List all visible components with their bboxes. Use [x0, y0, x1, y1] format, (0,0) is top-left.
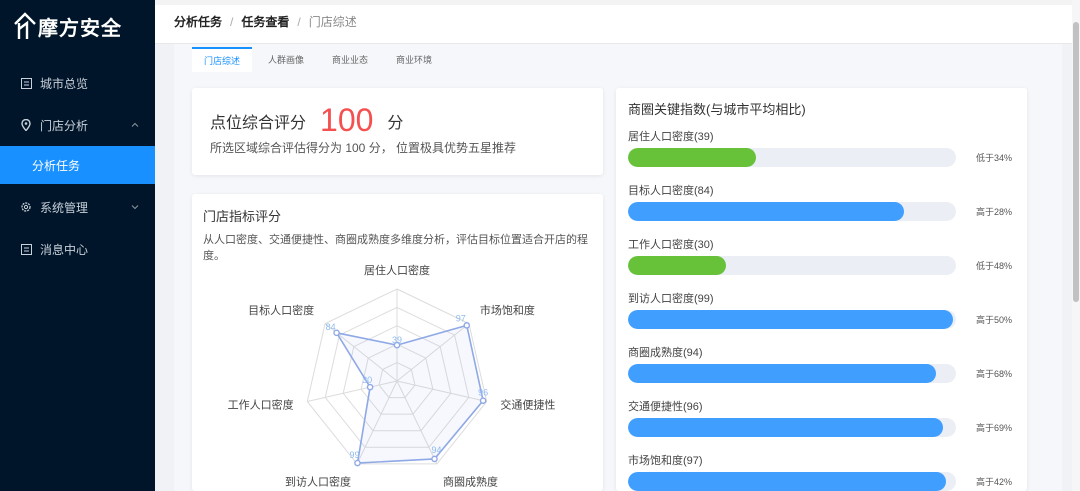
key-index-row: 居住人口密度(39) 低于34% — [628, 128, 1018, 182]
key-index-bar-fill — [628, 202, 904, 221]
key-index-label: 交通便捷性(96) — [628, 401, 703, 413]
key-index-row: 到访人口密度(99) 高于50% — [628, 290, 1018, 344]
tab-business-format[interactable]: 商业业态 — [320, 48, 380, 71]
key-index-label: 到访人口密度(99) — [628, 293, 714, 305]
sidebar-item-city-overview[interactable]: 城市总览 — [0, 62, 155, 104]
radar-value-label: 99 — [349, 450, 359, 460]
breadcrumb-current: 门店综述 — [308, 15, 357, 29]
sidebar-item-label: 分析任务 — [32, 158, 81, 173]
key-index-compare: 高于68% — [976, 369, 1013, 379]
key-index-bar-track — [628, 472, 956, 491]
tab-bar: 门店综述 人群画像 商业业态 商业环境 — [174, 44, 1062, 74]
key-index-bar-fill — [628, 418, 943, 437]
scrollbar-thumb[interactable] — [1073, 22, 1079, 302]
message-square-icon — [20, 243, 32, 255]
key-index-compare: 低于34% — [976, 153, 1013, 163]
tab-store-overview[interactable]: 门店综述 — [192, 46, 253, 72]
breadcrumb: 分析任务 / 任务查看 / 门店综述 — [155, 0, 1080, 44]
radar-value-label: 30 — [362, 375, 372, 385]
radar-axis-label: 市场饱和度 — [480, 303, 535, 317]
tab-crowd-profile[interactable]: 人群画像 — [256, 48, 316, 71]
radar-axis-label: 到访人口密度 — [285, 475, 351, 489]
message-square-icon — [20, 77, 32, 89]
radar-axis-label: 交通便捷性 — [500, 398, 555, 412]
key-index-compare: 高于28% — [976, 207, 1013, 217]
sidebar-item-label: 系统管理 — [40, 200, 89, 215]
tab-business-environment[interactable]: 商业环境 — [384, 48, 444, 71]
key-index-label: 市场饱和度(97) — [628, 455, 703, 467]
sidebar-item-analysis-task[interactable]: 分析任务 — [0, 146, 155, 184]
key-index-compare: 低于48% — [976, 261, 1013, 271]
radar-value-label: 96 — [478, 388, 488, 398]
score-card: 点位综合评分 100 分 所选区域综合评估得分为 100 分， 位置极具优势五星… — [192, 88, 603, 175]
sidebar: 摩方安全 城市总览 门店分析 分析任务 系统管理 消息中心 — [0, 0, 155, 491]
key-index-row: 交通便捷性(96) 高于69% — [628, 398, 1018, 452]
key-index-bar-track — [628, 364, 956, 383]
location-pin-icon — [20, 119, 32, 131]
radar-axis-label: 居住人口密度 — [364, 263, 430, 277]
key-index-label: 目标人口密度(84) — [628, 185, 714, 197]
key-index-bar-fill — [628, 310, 953, 329]
radar-value-label: 97 — [456, 313, 466, 323]
score-value: 100 — [320, 102, 374, 138]
gear-icon — [20, 201, 32, 213]
radar-series-area — [334, 324, 484, 464]
score-description: 所选区域综合评估得分为 100 分， 位置极具优势五星推荐 — [210, 141, 517, 155]
key-index-bar-track — [628, 418, 956, 437]
radar-axis-label: 工作人口密度 — [228, 398, 294, 412]
key-indices-title: 商圈关键指数(与城市平均相比) — [628, 102, 806, 117]
sidebar-item-message-center[interactable]: 消息中心 — [0, 228, 155, 270]
radar-chart: 39 97 96 94 99 30 84 居住人口密度市场饱和度交通便捷性商圈成熟度 到访人口密… — [228, 263, 556, 489]
key-index-row: 市场饱和度(97) 高于42% — [628, 452, 1018, 491]
radar-value-label: 39 — [392, 335, 402, 345]
key-index-bar-track — [628, 148, 956, 167]
key-index-row: 工作人口密度(30) 低于48% — [628, 236, 1018, 290]
radar-point — [463, 322, 471, 329]
key-index-label: 工作人口密度(30) — [628, 239, 714, 251]
chevron-down-icon — [131, 205, 139, 210]
breadcrumb-task-view[interactable]: 任务查看 — [241, 13, 289, 30]
key-index-bar-track — [628, 202, 956, 221]
score-label: 点位综合评分 — [210, 114, 307, 132]
key-index-bar-fill — [628, 364, 937, 383]
breadcrumb-separator: / — [297, 14, 301, 29]
sidebar-item-label: 城市总览 — [40, 76, 89, 91]
key-index-bar-fill — [628, 256, 727, 275]
radar-value-label: 94 — [432, 445, 442, 455]
score-unit: 分 — [387, 114, 404, 132]
key-index-compare: 高于69% — [976, 423, 1013, 433]
breadcrumb-analysis-task[interactable]: 分析任务 — [174, 13, 222, 30]
scrollbar[interactable] — [1072, 0, 1080, 491]
key-index-label: 商圈成熟度(94) — [628, 347, 703, 359]
key-index-compare: 高于42% — [976, 477, 1013, 487]
sidebar-item-label: 消息中心 — [40, 242, 89, 257]
radar-point — [479, 397, 487, 404]
radar-point — [366, 383, 374, 391]
sidebar-item-label: 门店分析 — [40, 118, 89, 133]
radar-point — [431, 455, 438, 463]
key-index-bar-fill — [628, 472, 947, 491]
house-logo-icon — [14, 12, 36, 39]
brand[interactable]: 摩方安全 — [0, 0, 155, 52]
key-index-compare: 高于50% — [976, 315, 1013, 325]
radar-value-label: 84 — [326, 322, 336, 332]
key-index-label: 居住人口密度(39) — [628, 131, 714, 143]
key-index-bar-track — [628, 256, 956, 275]
key-index-row: 商圈成熟度(94) 高于68% — [628, 344, 1018, 398]
brand-name: 摩方安全 — [38, 15, 122, 40]
sidebar-item-system-management[interactable]: 系统管理 — [0, 186, 155, 228]
sidebar-item-store-analysis[interactable]: 门店分析 — [0, 104, 155, 146]
key-indices-card: 商圈关键指数(与城市平均相比) 居住人口密度(39) 低于34% 目标人口密度(84… — [616, 88, 1027, 491]
key-index-bar-fill — [628, 148, 756, 167]
key-index-row: 目标人口密度(84) 高于28% — [628, 182, 1018, 236]
radar-point — [354, 459, 361, 467]
radar-axis-label: 商圈成熟度 — [443, 475, 498, 489]
key-index-bar-track — [628, 310, 956, 329]
indicator-card: 门店指标评分 从人口密度、交通便捷性、商圈成熟度多维度分析，评估目标位置适合开店… — [192, 194, 603, 491]
breadcrumb-separator: / — [230, 14, 234, 29]
chevron-up-icon — [131, 122, 139, 127]
radar-axis-label: 目标人口密度 — [248, 303, 314, 317]
